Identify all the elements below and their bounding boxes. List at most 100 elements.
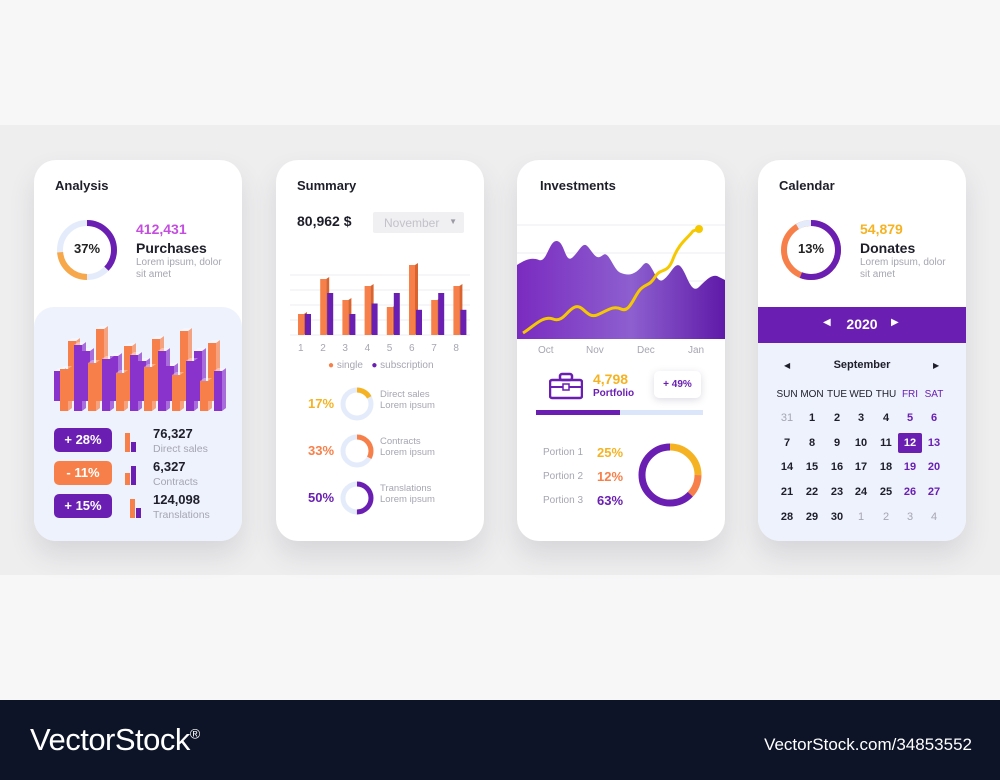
legend-single: single — [336, 360, 363, 371]
calendar-day[interactable]: 15 — [800, 457, 824, 477]
calendar-day[interactable]: 18 — [874, 457, 898, 477]
calendar-day[interactable]: 6 — [922, 408, 946, 428]
calendar-day[interactable]: 3 — [898, 507, 922, 527]
x-tick-3: 3 — [342, 343, 348, 354]
calendar-day[interactable]: 2 — [825, 408, 849, 428]
ring-desc-2: Lorem ipsum — [380, 494, 435, 505]
calendar-day[interactable]: 12 — [898, 432, 922, 453]
calendar-day[interactable]: 11 — [874, 433, 898, 453]
portion-pct-0: 25% — [597, 445, 624, 460]
calendar-day[interactable]: 1 — [849, 507, 873, 527]
x-tick-nov: Nov — [586, 345, 604, 356]
next-year-icon[interactable]: ▶ — [891, 317, 899, 328]
calendar-title: Calendar — [779, 178, 835, 193]
year-label: 2020 — [846, 316, 878, 332]
iso-bar — [172, 372, 184, 411]
calendar-day[interactable]: 23 — [825, 482, 849, 502]
calendar-day[interactable]: 4 — [874, 408, 898, 428]
x-tick-jan: Jan — [688, 345, 705, 356]
ring-label-1: Contracts — [380, 436, 421, 447]
mini-bar-icon — [130, 499, 141, 518]
donates-description: Lorem ipsum, dolor sit amet — [860, 257, 946, 280]
bar-subscription-8 — [460, 309, 467, 335]
stat-label-translations: Translations — [153, 509, 210, 521]
next-month-icon[interactable]: ▶ — [933, 361, 939, 370]
ring-donut-2 — [340, 481, 374, 515]
bar-subscription-3 — [349, 314, 356, 335]
ring-label-0: Direct sales — [380, 389, 430, 400]
donates-number: 54,879 — [860, 221, 903, 237]
stat-pill-contracts: - 11% — [54, 461, 112, 485]
calendar-day[interactable]: 9 — [825, 433, 849, 453]
line-endpoint — [695, 225, 703, 233]
x-tick-5: 5 — [386, 343, 393, 354]
portions-donut — [638, 443, 702, 507]
portfolio-progress-fill — [536, 410, 620, 415]
calendar-day[interactable]: 28 — [775, 507, 799, 527]
calendar-day[interactable]: 19 — [898, 457, 922, 477]
iso-bar — [214, 368, 226, 411]
calendar-day[interactable]: 5 — [898, 408, 922, 428]
bar-subscription-6 — [416, 309, 422, 335]
investments-area-chart — [517, 224, 725, 339]
x-tick-1: 1 — [298, 343, 304, 354]
calendar-day[interactable]: 22 — [800, 482, 824, 502]
calendar-day[interactable]: 17 — [849, 457, 873, 477]
iso-bar — [74, 342, 86, 411]
calendar-day[interactable]: 14 — [775, 457, 799, 477]
calendar-day[interactable]: 26 — [898, 482, 922, 502]
calendar-day[interactable]: 21 — [775, 482, 799, 502]
calendar-day[interactable]: 4 — [922, 507, 946, 527]
summary-amount: 80,962 $ — [297, 213, 352, 229]
calendar-day[interactable]: 31 — [775, 408, 799, 428]
year-header: ◀ 2020 ▶ — [758, 307, 966, 343]
x-tick-4: 4 — [364, 343, 371, 354]
stat-value-contracts: 6,327 — [153, 459, 186, 474]
ring-donut-1 — [340, 434, 374, 468]
iso-bar — [158, 348, 170, 411]
x-tick-6: 6 — [409, 343, 415, 354]
iso-bar — [144, 364, 156, 411]
bar-single-2 — [320, 279, 327, 335]
calendar-day[interactable]: 20 — [922, 457, 946, 477]
calendar-card: Calendar 13% 54,879 Donates Lorem ipsum,… — [758, 160, 966, 541]
portfolio-progress-track — [536, 410, 703, 415]
calendar-day[interactable]: 16 — [825, 457, 849, 477]
footer-brand-text: VectorStock — [30, 722, 190, 757]
calendar-day[interactable]: 1 — [800, 408, 824, 428]
ring-pct-0: 17% — [308, 396, 335, 411]
month-dropdown[interactable]: November ▼ — [373, 212, 464, 233]
calendar-day[interactable]: 8 — [800, 433, 824, 453]
investments-card: Investments Oct Nov Dec Jan 4,798 Portfo… — [517, 160, 725, 541]
stat-pill-direct-sales: + 28% — [54, 428, 112, 452]
stat-pill-translations: + 15% — [54, 494, 112, 518]
calendar-day[interactable]: 29 — [800, 507, 824, 527]
calendar-day[interactable]: 25 — [874, 482, 898, 502]
purchases-label: Purchases — [136, 240, 207, 256]
footer-brand: VectorStock® — [30, 722, 200, 758]
stat-label-direct-sales: Direct sales — [153, 443, 208, 455]
calendar-day[interactable]: 7 — [775, 433, 799, 453]
legend-subscription: subscription — [380, 360, 434, 371]
stat-label-contracts: Contracts — [153, 476, 198, 488]
portfolio-label: Portfolio — [593, 388, 635, 399]
summary-bar-chart — [290, 263, 470, 336]
ring-desc-0: Lorem ipsum — [380, 400, 435, 411]
calendar-day[interactable]: 3 — [849, 408, 873, 428]
bar-single-5 — [386, 307, 393, 335]
stat-value-translations: 124,098 — [153, 492, 200, 507]
calendar-day[interactable]: 10 — [849, 433, 873, 453]
calendar-day[interactable]: 30 — [825, 507, 849, 527]
bar-single-3 — [342, 300, 349, 335]
iso-bar — [130, 352, 142, 411]
purchases-number: 412,431 — [136, 221, 187, 237]
portion-label-1: Portion 2 — [543, 471, 584, 482]
ring-label-2: Translations — [380, 483, 432, 494]
bar-subscription-4 — [371, 303, 378, 335]
calendar-day[interactable]: 27 — [922, 482, 946, 502]
ring-pct-1: 33% — [308, 443, 335, 458]
calendar-day[interactable]: 13 — [922, 433, 946, 453]
calendar-day[interactable]: 2 — [874, 507, 898, 527]
portfolio-value: 4,798 — [593, 371, 629, 387]
calendar-day[interactable]: 24 — [849, 482, 873, 502]
